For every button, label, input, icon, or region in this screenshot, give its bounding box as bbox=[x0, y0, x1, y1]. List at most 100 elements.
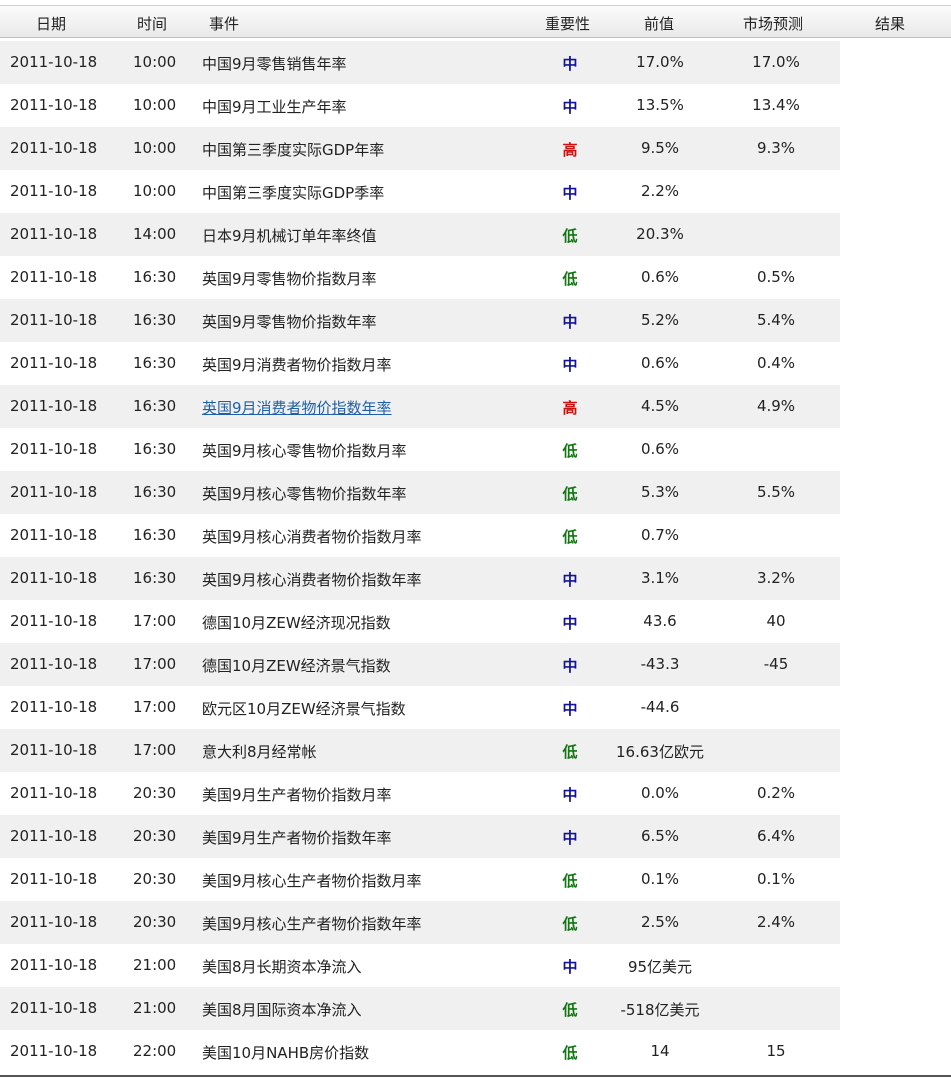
cell-time: 20:30 bbox=[133, 827, 177, 845]
cell-forecast: 0.1% bbox=[756, 870, 796, 888]
cell-time: 10:00 bbox=[133, 139, 177, 157]
header-time: 时间 bbox=[137, 15, 168, 33]
cell-date: 2011-10-18 bbox=[10, 827, 98, 845]
cell-time: 21:00 bbox=[133, 999, 177, 1017]
cell-importance: 低 bbox=[562, 872, 578, 890]
cell-time: 16:30 bbox=[133, 526, 177, 544]
cell-importance: 中 bbox=[562, 829, 578, 847]
header-event: 事件 bbox=[209, 15, 240, 33]
table-row: 2011-10-18 17:00 意大利8月经常帐 低 16.63亿欧元 bbox=[0, 729, 951, 772]
table-row: 2011-10-18 16:30 英国9月核心零售物价指数月率 低 0.6% bbox=[0, 428, 951, 471]
cell-time: 16:30 bbox=[133, 311, 177, 329]
cell-importance: 低 bbox=[562, 270, 578, 288]
cell-previous: 0.6% bbox=[640, 268, 680, 286]
cell-forecast: 5.5% bbox=[756, 483, 796, 501]
cell-time: 16:30 bbox=[133, 354, 177, 372]
table-row: 2011-10-18 16:30 英国9月零售物价指数年率 中 5.2% 5.4% bbox=[0, 299, 951, 342]
cell-time: 17:00 bbox=[133, 741, 177, 759]
table-row: 2011-10-18 10:00 中国第三季度实际GDP季率 中 2.2% bbox=[0, 170, 951, 213]
cell-date: 2011-10-18 bbox=[10, 569, 98, 587]
cell-date: 2011-10-18 bbox=[10, 913, 98, 931]
cell-date: 2011-10-18 bbox=[10, 440, 98, 458]
cell-date: 2011-10-18 bbox=[10, 526, 98, 544]
cell-time: 22:00 bbox=[133, 1042, 177, 1060]
cell-event: 日本9月机械订单年率终值 bbox=[202, 227, 377, 245]
cell-event: 意大利8月经常帐 bbox=[202, 743, 317, 761]
cell-forecast: 3.2% bbox=[756, 569, 796, 587]
cell-previous: -44.6 bbox=[640, 698, 680, 716]
cell-forecast: 5.4% bbox=[756, 311, 796, 329]
cell-date: 2011-10-18 bbox=[10, 354, 98, 372]
cell-importance: 低 bbox=[562, 528, 578, 546]
table-row: 2011-10-18 17:00 德国10月ZEW经济景气指数 中 -43.3 -45 bbox=[0, 643, 951, 686]
cell-forecast: 4.9% bbox=[756, 397, 796, 415]
cell-date: 2011-10-18 bbox=[10, 698, 98, 716]
cell-event: 中国第三季度实际GDP季率 bbox=[202, 184, 385, 202]
cell-importance: 中 bbox=[562, 184, 578, 202]
cell-importance: 中 bbox=[562, 98, 578, 116]
cell-time: 16:30 bbox=[133, 268, 177, 286]
cell-event: 美国9月生产者物价指数年率 bbox=[202, 829, 392, 847]
economic-calendar: 日期 时间 事件 重要性 前值 市场预测 结果 2011-10-18 10:00 中… bbox=[0, 0, 951, 1084]
cell-forecast: 6.4% bbox=[756, 827, 796, 845]
cell-forecast: 17.0% bbox=[752, 53, 800, 71]
cell-importance: 中 bbox=[562, 614, 578, 632]
header-date: 日期 bbox=[36, 15, 67, 33]
cell-forecast: 0.4% bbox=[756, 354, 796, 372]
cell-forecast: 13.4% bbox=[752, 96, 800, 114]
cell-event: 中国第三季度实际GDP年率 bbox=[202, 141, 385, 159]
cell-time: 21:00 bbox=[133, 956, 177, 974]
cell-event: 德国10月ZEW经济现况指数 bbox=[202, 614, 391, 632]
table-row: 2011-10-18 17:00 欧元区10月ZEW经济景气指数 中 -44.6 bbox=[0, 686, 951, 729]
cell-event: 英国9月零售物价指数月率 bbox=[202, 270, 377, 288]
table-row: 2011-10-18 20:30 美国9月核心生产者物价指数年率 低 2.5% 2.4% bbox=[0, 901, 951, 944]
cell-previous: 13.5% bbox=[636, 96, 684, 114]
cell-time: 10:00 bbox=[133, 53, 177, 71]
cell-date: 2011-10-18 bbox=[10, 311, 98, 329]
cell-event: 德国10月ZEW经济景气指数 bbox=[202, 657, 391, 675]
cell-importance: 中 bbox=[562, 55, 578, 73]
cell-date: 2011-10-18 bbox=[10, 612, 98, 630]
cell-time: 20:30 bbox=[133, 870, 177, 888]
cell-previous: -518亿美元 bbox=[620, 1001, 700, 1019]
cell-importance: 中 bbox=[562, 958, 578, 976]
cell-previous: 20.3% bbox=[636, 225, 684, 243]
table-row: 2011-10-18 21:00 美国8月长期资本净流入 中 95亿美元 bbox=[0, 944, 951, 987]
cell-time: 16:30 bbox=[133, 483, 177, 501]
cell-event: 美国10月NAHB房价指数 bbox=[202, 1044, 370, 1062]
cell-importance: 中 bbox=[562, 657, 578, 675]
cell-importance: 高 bbox=[562, 141, 578, 159]
cell-date: 2011-10-18 bbox=[10, 1042, 98, 1060]
cell-previous: 3.1% bbox=[640, 569, 680, 587]
cell-importance: 中 bbox=[562, 313, 578, 331]
cell-event: 英国9月核心消费者物价指数月率 bbox=[202, 528, 422, 546]
cell-event: 美国9月核心生产者物价指数年率 bbox=[202, 915, 422, 933]
table-body: 2011-10-18 10:00 中国9月零售销售年率中 17.0% 17.0% 2011… bbox=[0, 41, 951, 1073]
cell-event: 中国9月工业生产年率 bbox=[202, 98, 347, 116]
cell-time: 16:30 bbox=[133, 397, 177, 415]
cell-forecast: 40 bbox=[766, 612, 786, 630]
cell-previous: 5.3% bbox=[640, 483, 680, 501]
cell-forecast: 0.5% bbox=[756, 268, 796, 286]
cell-date: 2011-10-18 bbox=[10, 956, 98, 974]
cell-date: 2011-10-18 bbox=[10, 139, 98, 157]
table-row: 2011-10-18 16:30 英国9月消费者物价指数月率 中 0.6% 0.4% bbox=[0, 342, 951, 385]
table-row: 2011-10-18 16:30 英国9月消费者物价指数年率 高 4.5% 4.9% bbox=[0, 385, 951, 428]
cell-forecast: 15 bbox=[766, 1042, 786, 1060]
cell-event: 英国9月零售物价指数年率 bbox=[202, 313, 377, 331]
table-row: 2011-10-18 20:30 美国9月核心生产者物价指数月率 低 0.1% 0.1% bbox=[0, 858, 951, 901]
cell-importance: 低 bbox=[562, 1001, 578, 1019]
cell-time: 20:30 bbox=[133, 784, 177, 802]
cell-importance: 低 bbox=[562, 227, 578, 245]
cell-previous: 9.5% bbox=[640, 139, 680, 157]
event-link[interactable]: 英国9月消费者物价指数年率 bbox=[202, 397, 392, 418]
table-row: 2011-10-18 20:30 美国9月生产者物价指数年率 中 6.5% 6.4% bbox=[0, 815, 951, 858]
table-row: 2011-10-18 21:00 美国8月国际资本净流入 低 -518亿美元 bbox=[0, 987, 951, 1030]
cell-previous: 6.5% bbox=[640, 827, 680, 845]
table-header: 日期 时间 事件 重要性 前值 市场预测 结果 bbox=[0, 5, 951, 38]
cell-event: 欧元区10月ZEW经济景气指数 bbox=[202, 700, 406, 718]
table-row: 2011-10-18 17:00 德国10月ZEW经济现况指数 中 43.6 40 bbox=[0, 600, 951, 643]
cell-time: 17:00 bbox=[133, 612, 177, 630]
header-importance: 重要性 bbox=[545, 15, 591, 33]
table-row: 2011-10-18 14:00 日本9月机械订单年率终值 低 20.3% bbox=[0, 213, 951, 256]
